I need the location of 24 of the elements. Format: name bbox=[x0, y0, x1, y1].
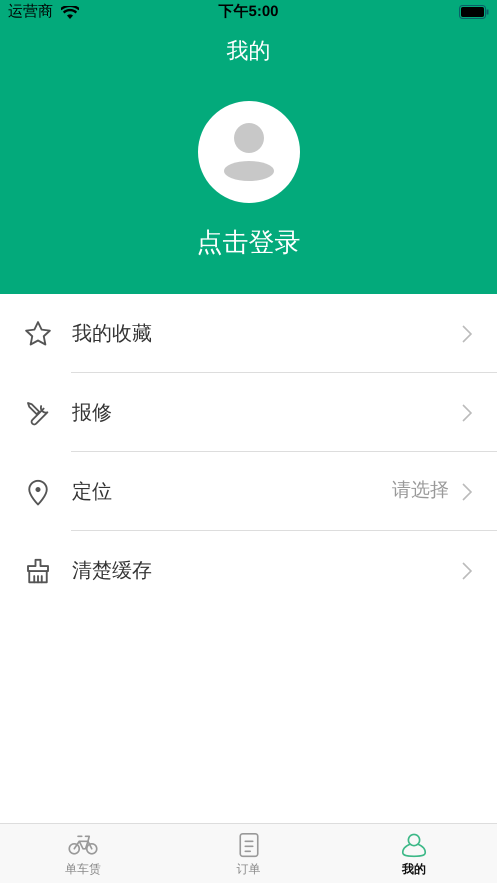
chevron-right-icon bbox=[461, 560, 473, 580]
page-title: 我的 bbox=[226, 37, 270, 65]
menu-item-label: 我的收藏 bbox=[72, 322, 152, 346]
menu-item[interactable]: 定位 请选择 bbox=[0, 452, 497, 531]
menu-item-label: 定位 bbox=[72, 480, 112, 504]
battery-icon bbox=[459, 5, 489, 19]
chevron-right-icon bbox=[461, 324, 473, 344]
wifi-icon bbox=[61, 6, 79, 18]
tab-item[interactable]: 我的 bbox=[331, 824, 497, 883]
menu-item-label: 报修 bbox=[72, 400, 112, 426]
tab-label: 订单 bbox=[236, 860, 260, 878]
tab-label: 单车赁 bbox=[64, 860, 101, 878]
menu-item-value: 请选择 bbox=[392, 479, 449, 504]
chevron-right-icon bbox=[461, 402, 473, 422]
menu-item[interactable]: 清楚缓存 bbox=[0, 531, 497, 610]
chevron-right-icon bbox=[461, 482, 473, 502]
star-icon bbox=[23, 318, 53, 348]
menu-item[interactable]: 我的收藏 bbox=[0, 294, 497, 373]
carrier-name: 运营商 bbox=[8, 2, 53, 22]
menu-item[interactable]: 报修 bbox=[0, 373, 497, 452]
clock-time: 下午5:00 bbox=[218, 2, 279, 22]
tab-label: 我的 bbox=[402, 860, 426, 878]
person-silhouette-icon bbox=[222, 122, 274, 182]
menu-item-label: 清楚缓存 bbox=[72, 558, 152, 584]
